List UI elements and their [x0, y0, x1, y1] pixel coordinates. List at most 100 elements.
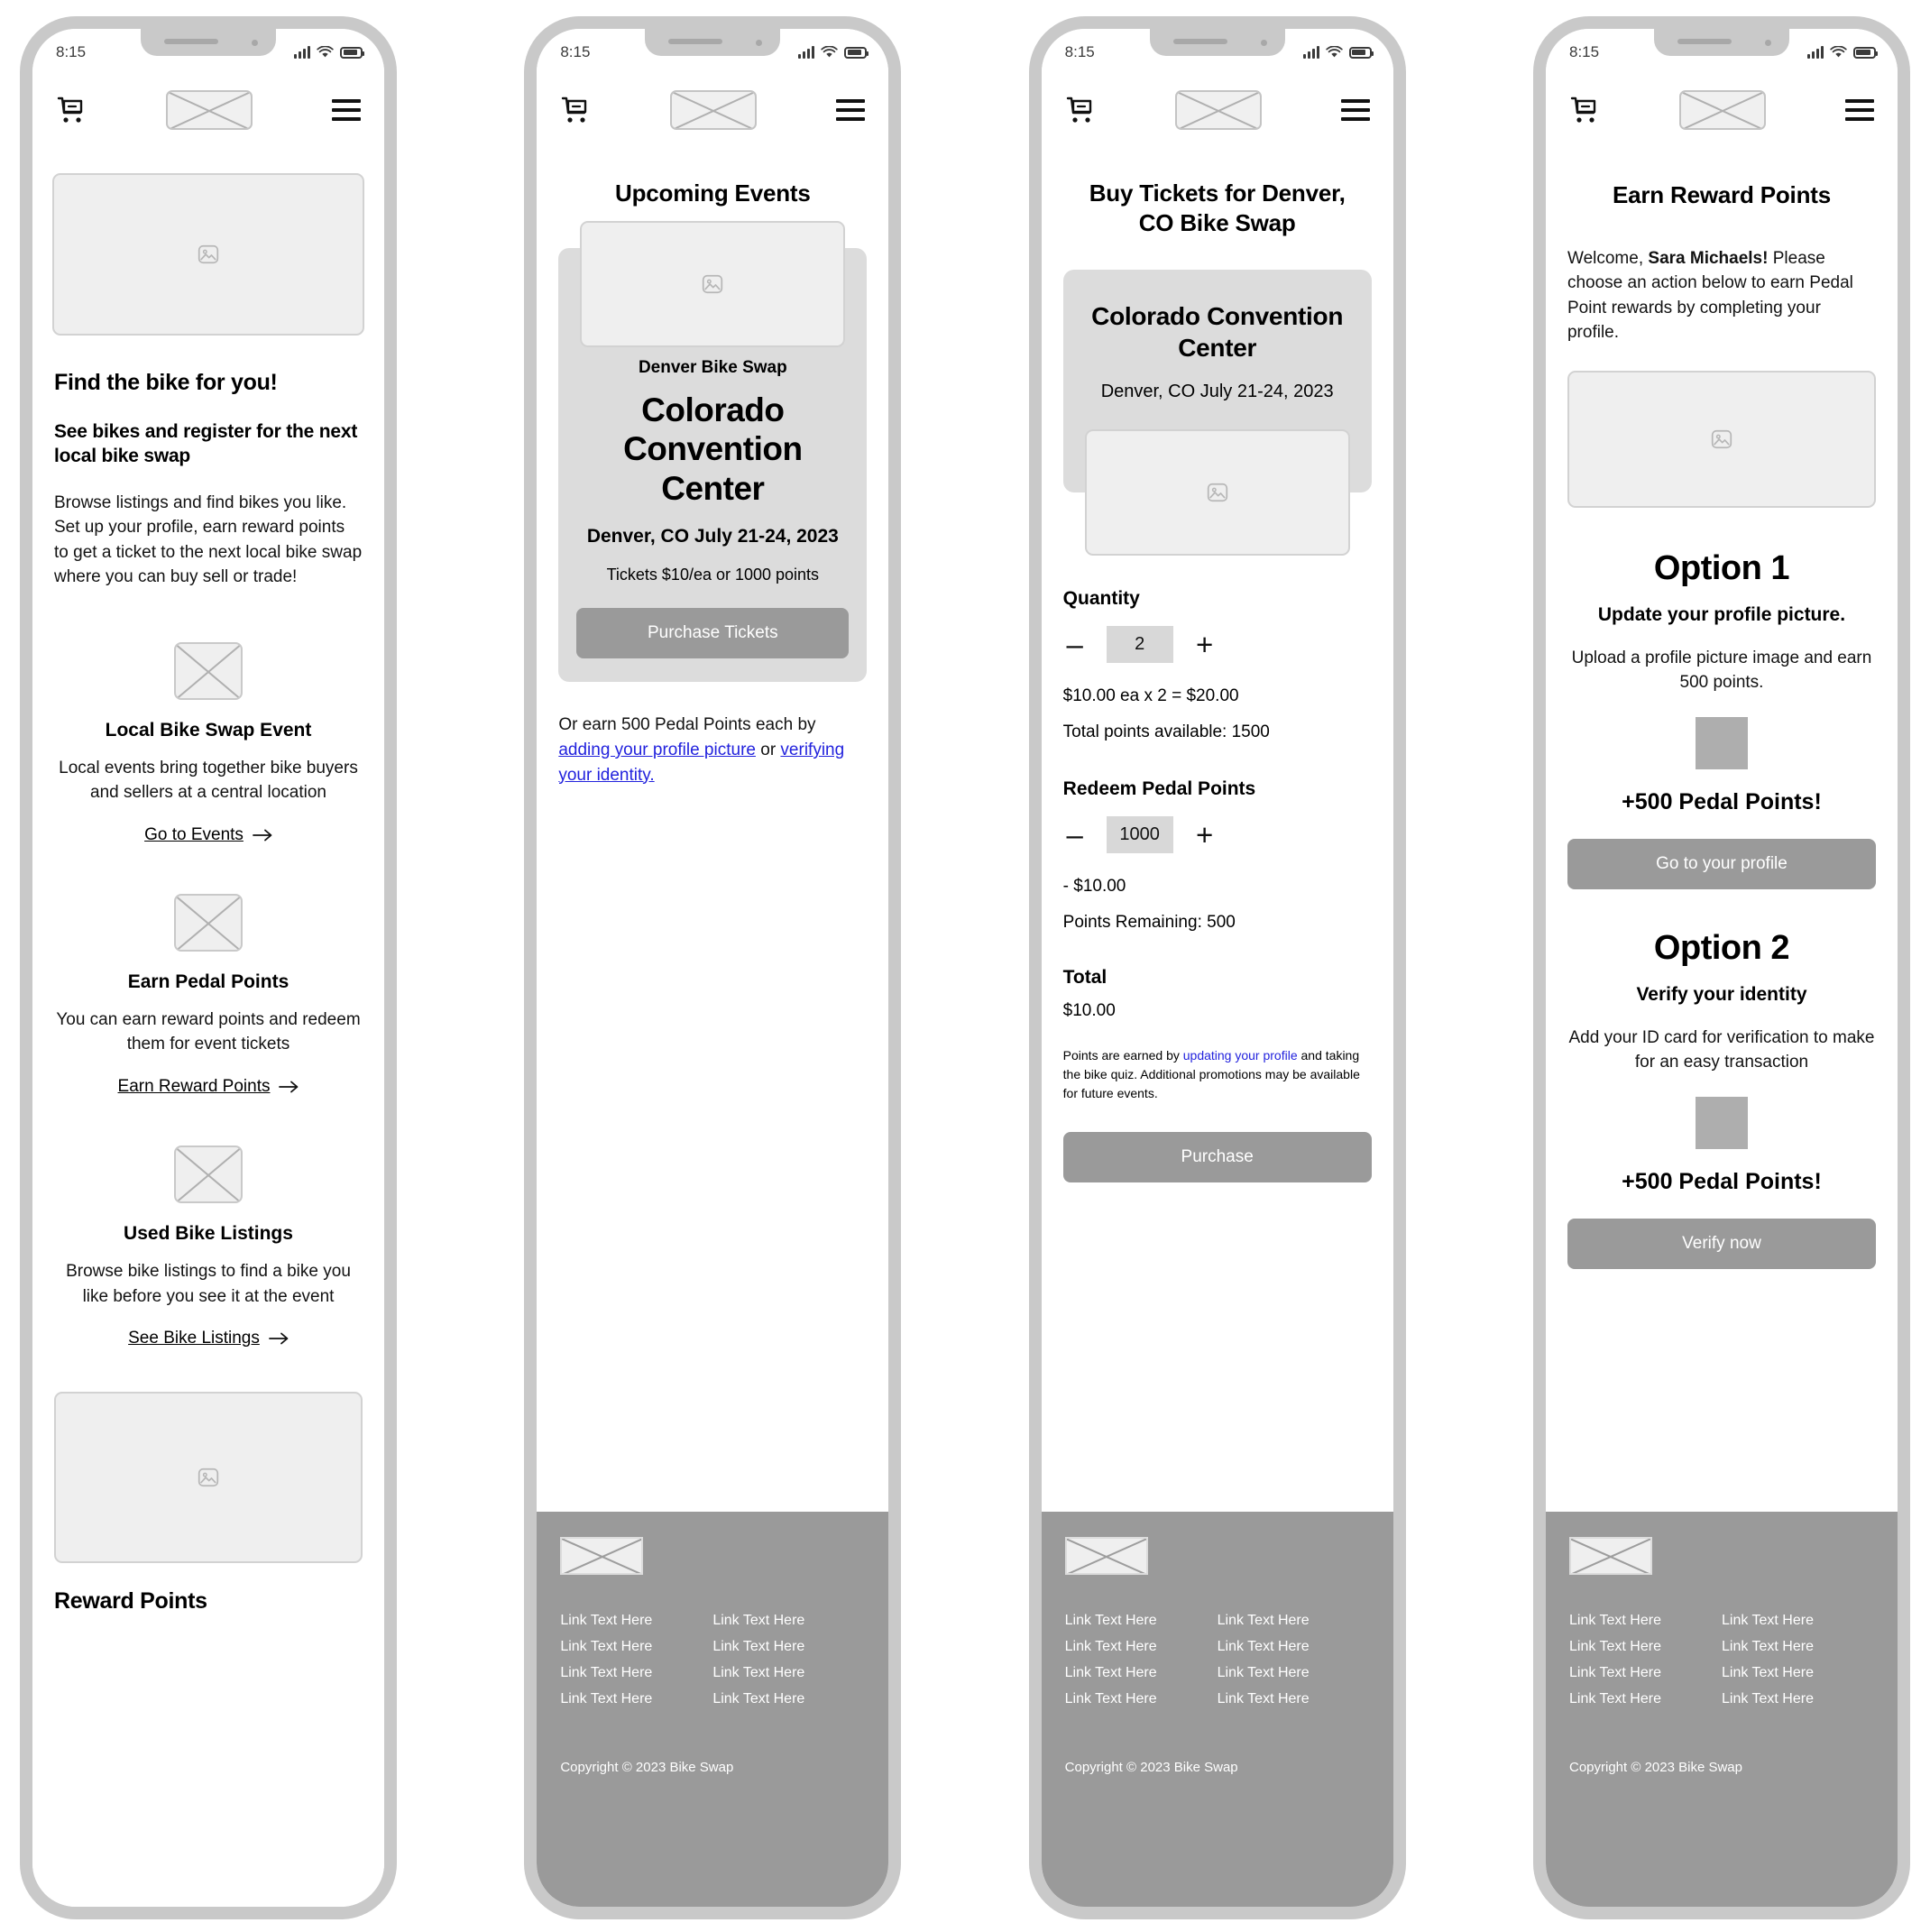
quantity-stepper[interactable]: – 2 +	[1063, 626, 1372, 663]
footer-link[interactable]: Link Text Here	[560, 1639, 712, 1655]
adding-profile-picture-link[interactable]: adding your profile picture	[558, 741, 756, 759]
image-placeholder-icon	[198, 1467, 219, 1487]
screen-1-content: Find the bike for you! See bikes and reg…	[32, 153, 384, 1907]
footer-link[interactable]: Link Text Here	[560, 1691, 712, 1707]
shopping-cart-icon[interactable]	[56, 96, 87, 124]
brand-logo-placeholder[interactable]	[670, 90, 758, 130]
intro-paragraph: Browse listings and find bikes you like.…	[54, 492, 363, 587]
see-bike-listings-link[interactable]: See Bike Listings	[54, 1329, 363, 1348]
go-to-profile-button[interactable]: Go to your profile	[1567, 838, 1876, 889]
phone-screen-4: 8:15 Earn Reward Points Welcome, Sara Mi…	[1532, 16, 1910, 1919]
phone-screen-1: 8:15 Find the bike for you! See bikes an…	[20, 16, 397, 1919]
page-subtitle: See bikes and register for the next loca…	[54, 421, 358, 467]
option-1-block: Option 1 Update your profile picture. Up…	[1546, 508, 1898, 889]
wifi-icon	[1830, 46, 1847, 58]
profile-image-placeholder	[1567, 370, 1876, 508]
footer-link[interactable]: Link Text Here	[1218, 1613, 1370, 1629]
hamburger-menu-icon[interactable]	[836, 99, 866, 121]
battery-icon	[844, 46, 869, 59]
phone-notch-4	[1653, 29, 1789, 56]
footer-link[interactable]: Link Text Here	[712, 1665, 865, 1681]
hamburger-menu-icon[interactable]	[332, 99, 361, 121]
fineprint-a: Points are earned by	[1062, 1048, 1183, 1063]
quantity-increment-button[interactable]: +	[1193, 630, 1217, 659]
footer-link[interactable]: Link Text Here	[1218, 1691, 1370, 1707]
footer-link[interactable]: Link Text Here	[1065, 1665, 1218, 1681]
brand-logo-placeholder[interactable]	[1678, 90, 1766, 130]
cellular-signal-icon	[798, 46, 815, 59]
verify-now-button[interactable]: Verify now	[1567, 1218, 1876, 1269]
footer-column-left: Link Text Here Link Text Here Link Text …	[1569, 1613, 1722, 1707]
venue-image-placeholder	[1084, 429, 1350, 556]
option-subtitle: Verify your identity	[1636, 983, 1807, 1005]
footer-link[interactable]: Link Text Here	[1722, 1691, 1874, 1707]
option-description: Add your ID card for verification to mak…	[1568, 1027, 1875, 1072]
feature-desc: Local events bring together bike buyers …	[59, 758, 358, 803]
purchase-tickets-button[interactable]: Purchase Tickets	[576, 608, 850, 659]
redeem-discount: - $10.00	[1062, 877, 1126, 896]
phone-notch-2	[645, 29, 781, 56]
footer-link[interactable]: Link Text Here	[712, 1613, 865, 1629]
total-value: $10.00	[1062, 1001, 1116, 1020]
option-description: Upload a profile picture image and earn …	[1571, 648, 1872, 693]
event-eyebrow: Denver Bike Swap	[638, 357, 787, 377]
cellular-signal-icon	[1302, 46, 1319, 59]
option-points: +500 Pedal Points!	[1622, 788, 1822, 814]
screen-3-content: Buy Tickets for Denver, CO Bike Swap Col…	[1041, 153, 1393, 1907]
welcome-prefix: Welcome,	[1567, 248, 1649, 268]
brand-logo-placeholder[interactable]	[166, 90, 253, 130]
footer-link[interactable]: Link Text Here	[712, 1691, 865, 1707]
total-label: Total	[1062, 967, 1107, 988]
quantity-decrement-button[interactable]: –	[1063, 630, 1087, 659]
status-time: 8:15	[1064, 43, 1095, 60]
footer-link[interactable]: Link Text Here	[1065, 1639, 1218, 1655]
screen-4-content: Earn Reward Points Welcome, Sara Michael…	[1545, 153, 1898, 1907]
footer-4: Link Text Here Link Text Here Link Text …	[1545, 1512, 1898, 1907]
footer-link[interactable]: Link Text Here	[1218, 1665, 1370, 1681]
venue-name: Colorado Convention Center	[1091, 302, 1344, 362]
reward-points-heading: Reward Points	[54, 1588, 207, 1615]
footer-link[interactable]: Link Text Here	[1065, 1691, 1218, 1707]
footer-link[interactable]: Link Text Here	[1722, 1613, 1874, 1629]
footer-link[interactable]: Link Text Here	[1722, 1665, 1874, 1681]
page-title: Upcoming Events	[615, 179, 811, 207]
shopping-cart-icon[interactable]	[1065, 96, 1096, 124]
footer-link[interactable]: Link Text Here	[1065, 1613, 1218, 1629]
updating-profile-link[interactable]: updating your profile	[1183, 1048, 1298, 1063]
feature-card-listings: Used Bike Listings Browse bike listings …	[54, 1145, 363, 1348]
hamburger-menu-icon[interactable]	[1844, 99, 1874, 121]
shopping-cart-icon[interactable]	[560, 96, 591, 124]
footer-link[interactable]: Link Text Here	[1722, 1639, 1874, 1655]
footer-link[interactable]: Link Text Here	[560, 1613, 712, 1629]
redeem-increment-button[interactable]: +	[1193, 820, 1217, 850]
note-mid: or	[755, 741, 781, 760]
brand-logo-placeholder[interactable]	[1174, 90, 1262, 130]
event-image-placeholder	[580, 220, 846, 347]
redeem-points-stepper[interactable]: – 1000 +	[1063, 816, 1372, 853]
feature-desc: You can earn reward points and redeem th…	[56, 1009, 361, 1054]
footer-link[interactable]: Link Text Here	[1569, 1639, 1722, 1655]
footer-link[interactable]: Link Text Here	[1569, 1691, 1722, 1707]
footer-link[interactable]: Link Text Here	[1218, 1639, 1370, 1655]
option-heading: Option 2	[1653, 928, 1790, 967]
footer-link[interactable]: Link Text Here	[712, 1639, 865, 1655]
redeem-decrement-button[interactable]: –	[1063, 820, 1087, 850]
welcome-message: Welcome, Sara Michaels! Please choose an…	[1546, 210, 1898, 345]
link-label: Earn Reward Points	[117, 1076, 271, 1096]
purchase-button[interactable]: Purchase	[1062, 1132, 1372, 1182]
footer-logo-placeholder	[560, 1537, 644, 1575]
footer-link[interactable]: Link Text Here	[1569, 1613, 1722, 1629]
price-calculation: $10.00 ea x 2 = $20.00	[1062, 686, 1239, 705]
quantity-value[interactable]: 2	[1106, 626, 1173, 663]
link-label: See Bike Listings	[128, 1329, 260, 1348]
hamburger-menu-icon[interactable]	[1340, 99, 1370, 121]
go-to-events-link[interactable]: Go to Events	[54, 825, 363, 845]
fineprint: Points are earned by updating your profi…	[1063, 1046, 1372, 1103]
redeem-points-label: Redeem Pedal Points	[1062, 778, 1256, 799]
redeem-value[interactable]: 1000	[1106, 816, 1173, 853]
footer-link[interactable]: Link Text Here	[560, 1665, 712, 1681]
earn-reward-points-link[interactable]: Earn Reward Points	[54, 1077, 363, 1097]
footer-link[interactable]: Link Text Here	[1569, 1665, 1722, 1681]
battery-icon	[340, 46, 364, 59]
shopping-cart-icon[interactable]	[1569, 96, 1600, 124]
